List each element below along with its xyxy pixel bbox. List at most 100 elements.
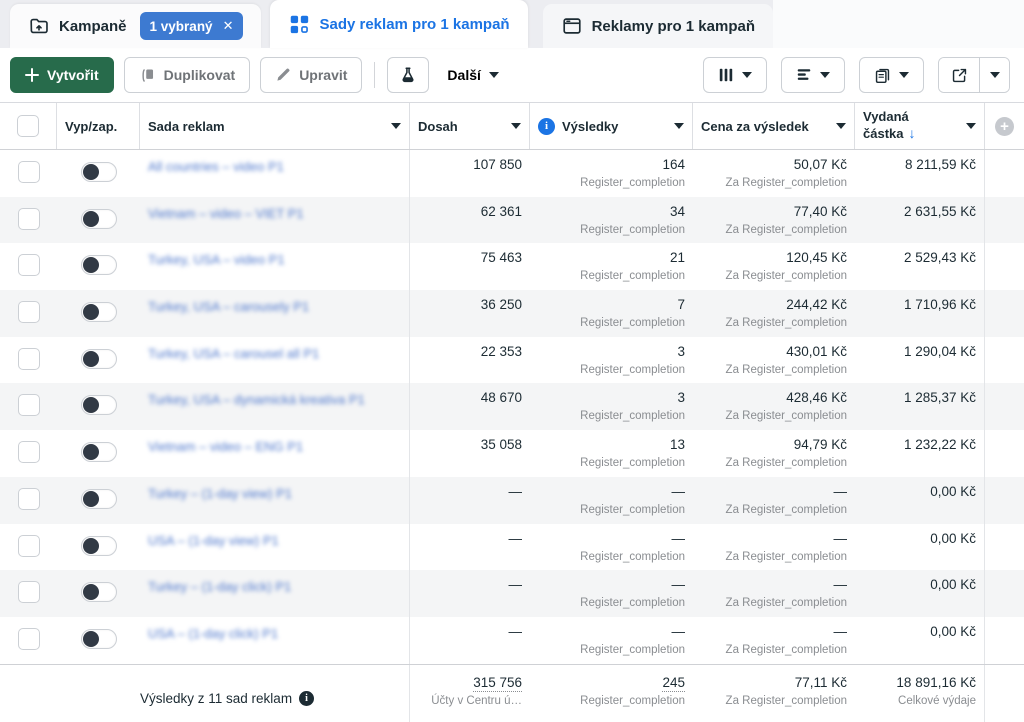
results-sub: Register_completion [580, 643, 685, 656]
adset-name-cell: Turkey – (1-day click) P1 [140, 570, 410, 617]
select-all-checkbox[interactable] [17, 115, 39, 137]
row-checkbox[interactable] [17, 161, 40, 183]
row-checkbox[interactable] [17, 441, 40, 464]
chevron-down-icon [989, 72, 1000, 78]
chevron-down-icon[interactable] [391, 123, 401, 129]
adset-name[interactable]: Vietnam – video – ENG P1 [148, 436, 401, 455]
ab-test-button[interactable] [387, 57, 430, 93]
add-column-icon[interactable]: + [995, 116, 1014, 136]
adset-name[interactable]: USA – (1-day click) P1 [148, 623, 401, 642]
reach-value: — [508, 530, 523, 546]
adset-active-toggle[interactable] [80, 582, 117, 603]
info-icon[interactable]: i [299, 691, 315, 707]
adset-name-cell: Turkey, USA – dynamická kreativa P1 [140, 383, 410, 431]
adset-active-toggle[interactable] [80, 348, 117, 369]
spent-cell: 0,00 Kč [855, 616, 985, 664]
cost-value: 50,07 Kč [793, 157, 847, 172]
row-checkbox[interactable] [17, 347, 40, 370]
header-reach[interactable]: Dosah [410, 103, 530, 149]
chevron-down-icon [820, 72, 830, 78]
row-checkbox[interactable] [17, 581, 40, 604]
adset-name[interactable]: Vietnam – video – VIET P1 [148, 203, 401, 222]
adset-active-toggle[interactable] [80, 628, 117, 649]
adset-name[interactable]: Turkey, USA – carousely P1 [148, 296, 401, 315]
row-checkbox[interactable] [17, 207, 40, 230]
adset-active-toggle[interactable] [80, 208, 117, 229]
results-value: — [671, 623, 686, 639]
adset-name[interactable]: USA – (1-day view) P1 [148, 530, 401, 549]
spent-value: 0,00 Kč [930, 623, 976, 639]
adset-name[interactable]: Turkey, USA – dynamická kreativa P1 [148, 389, 401, 408]
edit-button[interactable]: Upravit [260, 57, 363, 93]
row-checkbox[interactable] [17, 534, 40, 557]
tab-ads[interactable]: Reklamy pro 1 kampaň [542, 4, 773, 48]
tab-campaigns[interactable]: Kampaně 1 vybraný ✕ [10, 4, 262, 48]
footer-reach-value[interactable]: 315 756 [473, 674, 522, 692]
header-cost[interactable]: Cena za výsledek [693, 103, 855, 149]
create-button[interactable]: Vytvořit [10, 57, 114, 93]
adset-name[interactable]: Turkey – (1-day view) P1 [148, 483, 401, 502]
tab-adsets[interactable]: Sady reklam pro 1 kampaň [270, 0, 528, 48]
adset-active-toggle[interactable] [80, 535, 117, 556]
header-spent[interactable]: Vydaná částka ↓ [855, 103, 985, 149]
table-row: Turkey, USA – dynamická kreativa P1 48 6… [0, 383, 1024, 431]
results-sub: Register_completion [580, 550, 685, 563]
columns-button[interactable] [703, 57, 767, 93]
row-checkbox-cell [0, 570, 57, 617]
cost-cell: 244,42 Kč Za Register_completion [693, 290, 855, 337]
info-icon[interactable]: i [538, 117, 555, 135]
header-results[interactable]: i Výsledky [530, 103, 693, 149]
footer-results-sub: Register_completion [580, 694, 685, 707]
chevron-down-icon[interactable] [836, 123, 846, 129]
header-toggle[interactable]: Vyp/zap. [57, 103, 140, 149]
adset-active-toggle[interactable] [80, 442, 117, 463]
export-button[interactable] [939, 58, 979, 92]
selected-filter-badge[interactable]: 1 vybraný ✕ [139, 12, 244, 40]
results-value: 13 [669, 437, 685, 453]
duplicate-button[interactable]: Duplikovat [123, 57, 251, 93]
badge-close-icon[interactable]: ✕ [223, 18, 234, 34]
table-body: All countries – video P1 107 850 164 Reg… [0, 150, 1024, 664]
adset-active-toggle[interactable] [80, 302, 117, 323]
adset-active-toggle[interactable] [80, 488, 117, 509]
adset-active-toggle[interactable] [80, 162, 117, 182]
adset-name[interactable]: Turkey – (1-day click) P1 [148, 576, 401, 595]
footer-results-value[interactable]: 245 [662, 674, 685, 692]
row-checkbox[interactable] [17, 394, 40, 417]
chevron-down-icon[interactable] [674, 123, 684, 129]
chevron-down-icon[interactable] [511, 123, 521, 129]
more-button[interactable]: Další [439, 57, 507, 93]
cost-value: — [833, 623, 848, 639]
results-sub: Register_completion [580, 317, 685, 330]
row-checkbox[interactable] [17, 627, 40, 650]
results-value: — [671, 530, 686, 546]
spent-cell: 1 232,22 Kč [855, 430, 985, 477]
adset-name[interactable]: All countries – video P1 [148, 156, 401, 175]
chevron-down-icon[interactable] [966, 123, 976, 129]
export-menu-button[interactable] [979, 58, 1009, 92]
header-toggle-label: Vyp/zap. [65, 118, 118, 134]
results-cell: — Register_completion [530, 570, 693, 617]
footer-cost-cell: 77,11 Kč Za Register_completion [693, 665, 855, 722]
row-checkbox[interactable] [17, 254, 40, 277]
adset-active-toggle[interactable] [80, 255, 117, 276]
reports-button[interactable] [859, 57, 924, 93]
row-checkbox[interactable] [17, 487, 40, 510]
adset-name[interactable]: Turkey, USA – carousel all P1 [148, 343, 401, 362]
breakdown-icon [797, 69, 811, 80]
cost-sub: Za Register_completion [725, 317, 847, 330]
breakdown-button[interactable] [781, 57, 845, 93]
toggle-knob [82, 397, 99, 414]
header-adset-name[interactable]: Sada reklam [140, 103, 410, 149]
adset-name[interactable]: Turkey, USA – video P1 [148, 249, 401, 268]
table-row: Turkey, USA – video P1 75 463 21 Registe… [0, 243, 1024, 291]
row-checkbox[interactable] [17, 301, 40, 324]
footer-summary-cell: Výsledky z 11 sad reklam i [140, 664, 410, 722]
results-value: 34 [669, 203, 685, 219]
spent-value: 1 290,04 Kč [903, 343, 976, 359]
results-sub: Register_completion [580, 410, 685, 423]
row-checkbox-cell [0, 290, 57, 337]
toggle-knob [82, 444, 99, 461]
adset-active-toggle[interactable] [80, 395, 117, 416]
results-cell: 7 Register_completion [530, 290, 693, 337]
